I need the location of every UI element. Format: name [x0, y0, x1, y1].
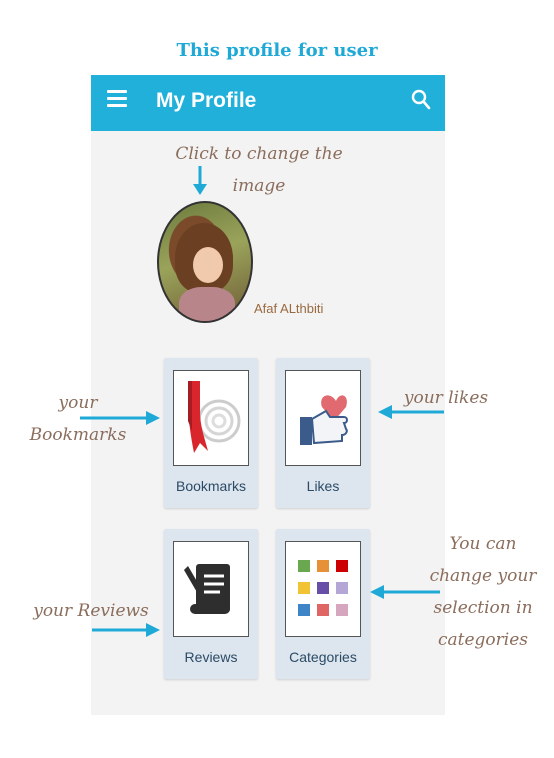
arrow-right-icon [80, 411, 160, 425]
bookmark-ribbon-icon [173, 370, 249, 466]
app-bar: My Profile [91, 75, 445, 131]
arrow-left-icon [378, 405, 444, 419]
profile-avatar[interactable] [157, 201, 253, 323]
search-icon[interactable] [411, 89, 431, 111]
bookmarks-card[interactable]: Bookmarks [164, 358, 258, 508]
user-name: Afaf ALthbiti [254, 301, 324, 316]
categories-card[interactable]: Categories [276, 529, 370, 679]
reviews-label: Reviews [184, 649, 238, 665]
scroll-pen-icon [173, 541, 249, 637]
bookmarks-label: Bookmarks [175, 478, 247, 494]
reviews-card[interactable]: Reviews [164, 529, 258, 679]
categories-label: Categories [289, 649, 357, 665]
likes-card[interactable]: Likes [276, 358, 370, 508]
app-title: My Profile [156, 89, 257, 112]
thumbs-up-heart-icon [285, 370, 361, 466]
arrow-down-icon [193, 166, 207, 195]
arrow-right-icon [92, 623, 160, 637]
category-grid-icon [285, 541, 361, 637]
annotation-line: categories [437, 630, 528, 650]
page-title: This profile for user [176, 40, 378, 61]
hamburger-menu-icon[interactable] [107, 90, 127, 108]
likes-label: Likes [306, 478, 340, 494]
arrow-left-icon [370, 585, 440, 599]
annotation-line: You can [449, 534, 517, 554]
